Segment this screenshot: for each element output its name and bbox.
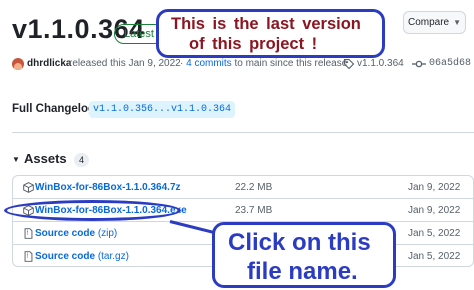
triangle-down-icon[interactable]: ▼ <box>12 155 20 164</box>
changelog-range-link[interactable]: v1.1.0.356...v1.1.0.364 <box>89 101 236 118</box>
asset-name-link[interactable]: Source code (tar.gz) <box>35 251 129 262</box>
file-zip-icon <box>24 228 33 239</box>
row-divider <box>13 198 473 199</box>
asset-size: 23.7 MB <box>235 205 273 216</box>
asset-format-label: (tar.gz) <box>97 251 129 262</box>
avatar[interactable] <box>12 58 24 70</box>
annotation-bottom-line1: Click on this <box>228 229 371 256</box>
section-divider <box>12 132 474 133</box>
author-link[interactable]: dhrdlicka <box>27 58 71 69</box>
tag-link[interactable]: v1.1.0.364 <box>357 58 404 69</box>
asset-date: Jan 9, 2022 <box>408 205 461 216</box>
asset-name-label: Source code <box>35 228 96 239</box>
asset-date: Jan 9, 2022 <box>408 182 461 193</box>
commits-suffix: to main since this release <box>234 58 348 69</box>
asset-size: 22.2 MB <box>235 182 273 193</box>
chevron-down-icon: ▼ <box>453 18 462 27</box>
annotation-click-instruction: Click on this file name. <box>212 222 396 288</box>
package-icon <box>23 182 34 193</box>
asset-date: Jan 5, 2022 <box>408 228 461 239</box>
asset-date: Jan 5, 2022 <box>408 251 461 262</box>
changelog-label: Full Changelog: <box>12 103 99 115</box>
asset-name-link[interactable]: Source code (zip) <box>35 228 117 239</box>
tag-icon <box>343 58 355 70</box>
file-zip-icon <box>24 251 33 262</box>
git-commit-icon <box>412 60 426 68</box>
commit-hash-link[interactable]: 06a5d68 <box>429 58 471 69</box>
released-text: released this Jan 9, 2022 <box>69 58 181 69</box>
asset-name-link[interactable]: WinBox-for-86Box-1.1.0.364.7z <box>35 182 181 193</box>
compare-button[interactable]: Compare ▼ <box>403 11 466 34</box>
highlight-ellipse <box>4 200 181 221</box>
asset-name-label: Source code <box>35 251 96 262</box>
commits-separator: · <box>180 58 184 69</box>
commits-link[interactable]: 4 commits <box>186 58 232 69</box>
commits-info: · 4 commits to main since this release <box>180 58 347 69</box>
annotation-bottom-line2: file name. <box>247 258 358 285</box>
annotation-top-line1: This is the last version <box>171 15 361 33</box>
asset-format-label: (zip) <box>97 228 118 239</box>
assets-count-badge: 4 <box>74 153 89 167</box>
assets-title[interactable]: Assets <box>24 151 67 166</box>
annotation-last-version: This is the last version of this project… <box>156 9 385 58</box>
annotation-top-line2: of this project ! <box>189 35 318 53</box>
compare-label: Compare <box>407 17 450 28</box>
